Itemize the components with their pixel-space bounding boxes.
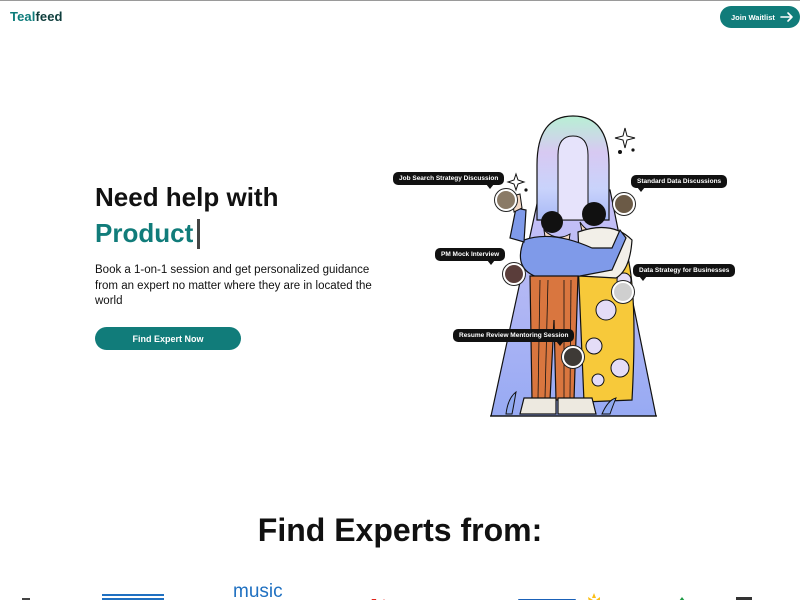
expert-avatar[interactable] [613, 193, 635, 215]
session-tag-resume-review: Resume Review Mentoring Session [453, 329, 575, 346]
find-expert-button[interactable]: Find Expert Now [95, 327, 241, 350]
arrow-right-icon [780, 12, 793, 22]
session-tag-job-search: Job Search Strategy Discussion [393, 172, 505, 189]
join-waitlist-label: Join Waitlist [731, 12, 775, 22]
expert-avatar[interactable] [562, 346, 584, 368]
rotating-word-text: Product [95, 218, 194, 248]
logo-part-teal: Teal [10, 9, 36, 24]
hero-title: Need help with [95, 182, 279, 212]
company-logos-strip: music [0, 580, 800, 600]
session-tag-pm-mock: PM Mock Interview [435, 248, 506, 265]
green-brand-logo [676, 592, 688, 600]
expert-avatar[interactable] [612, 281, 634, 303]
tealfeed-logo[interactable]: Tealfeed [10, 9, 63, 24]
experts-section-title: Find Experts from: [257, 512, 543, 548]
logo-part-feed: feed [35, 9, 63, 24]
join-waitlist-button[interactable]: Join Waitlist [720, 6, 800, 28]
header: Tealfeed Join Waitlist [0, 0, 800, 36]
expert-avatar[interactable] [495, 189, 517, 211]
walmart-logo [518, 590, 608, 600]
session-tag-standard-data: Standard Data Discussions [631, 175, 728, 192]
hero-rotating-word: Product [95, 218, 201, 249]
expert-avatar[interactable] [503, 263, 525, 285]
hero-description: Book a 1-on-1 session and get personaliz… [95, 264, 372, 307]
hero-illustration: Job Search Strategy Discussion Standard … [380, 110, 740, 430]
adobe-logo [368, 593, 428, 600]
session-tag-data-strategy: Data Strategy for Businesses [633, 264, 736, 281]
apple-music-logo: music [233, 581, 283, 600]
ibm-logo [102, 590, 164, 600]
typing-caret [197, 218, 201, 249]
